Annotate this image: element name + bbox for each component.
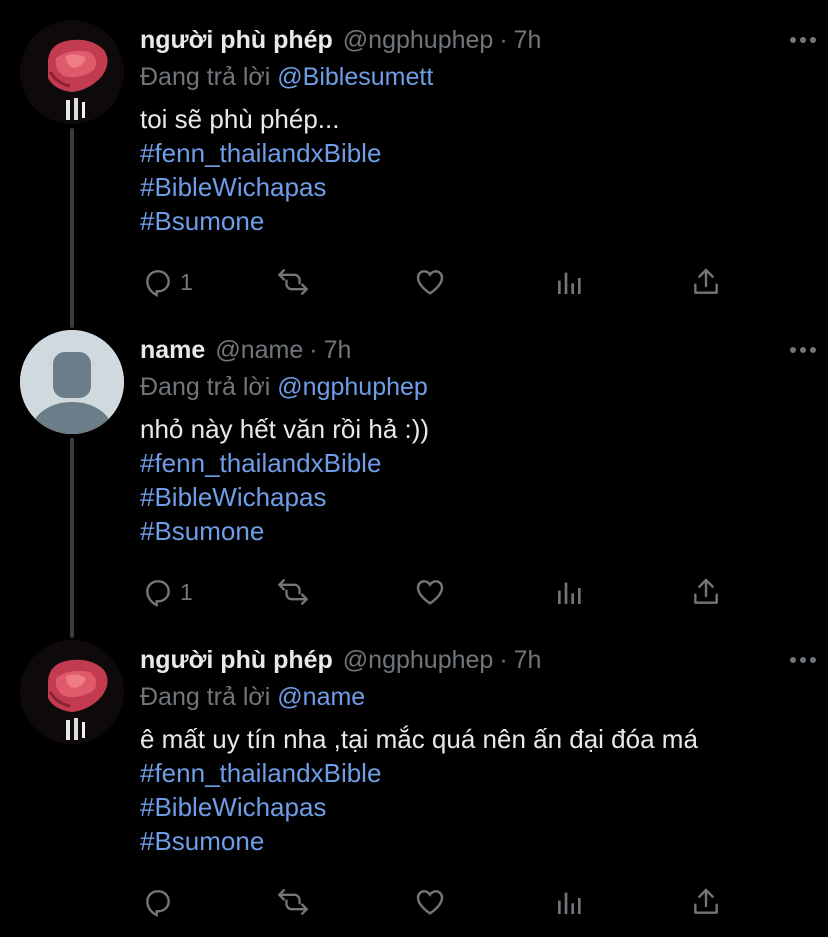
timestamp[interactable]: 7h — [514, 26, 542, 55]
analytics-button[interactable] — [554, 262, 586, 302]
tweet-body: ê mất uy tín nha ,tại mắc quá nên ấn đại… — [140, 722, 808, 858]
tweet-actions: 1 — [140, 572, 740, 612]
retweet-button[interactable] — [276, 882, 310, 922]
tweet-3[interactable]: người phù phép @ngphuphep · 7h Đang trả … — [0, 640, 828, 937]
replying-to: Đang trả lời @name — [140, 680, 808, 714]
more-icon[interactable] — [788, 28, 818, 52]
share-icon — [690, 266, 722, 298]
tweet-text: ê mất uy tín nha ,tại mắc quá nên ấn đại… — [140, 724, 698, 754]
handle[interactable]: @ngphuphep — [343, 26, 494, 55]
default-avatar-icon — [20, 330, 124, 434]
like-icon — [414, 576, 446, 608]
hashtag[interactable]: #fenn_thailandxBible — [140, 136, 808, 170]
tweet-body: nhỏ này hết văn rồi hả :)) #fenn_thailan… — [140, 412, 808, 548]
replying-prefix: Đang trả lời — [140, 683, 271, 711]
rose-photo-icon — [20, 20, 124, 124]
tweet-content: name @name · 7h Đang trả lời @ngphuphep … — [140, 330, 808, 548]
replying-mention[interactable]: @name — [277, 683, 365, 711]
retweet-button[interactable] — [276, 572, 310, 612]
timestamp[interactable]: 7h — [514, 646, 542, 675]
share-button[interactable] — [690, 572, 722, 612]
hashtag[interactable]: #fenn_thailandxBible — [140, 446, 808, 480]
retweet-button[interactable] — [276, 262, 310, 302]
hashtag[interactable]: #Bsumone — [140, 204, 808, 238]
avatar[interactable] — [20, 20, 124, 124]
like-icon — [414, 266, 446, 298]
like-icon — [414, 886, 446, 918]
rose-photo-icon — [20, 640, 124, 744]
replying-to: Đang trả lời @Biblesumett — [140, 60, 808, 94]
replying-prefix: Đang trả lời — [140, 63, 271, 91]
tweet-text: toi sẽ phù phép... — [140, 104, 340, 134]
share-icon — [690, 576, 722, 608]
handle[interactable]: @name — [215, 336, 303, 365]
more-icon[interactable] — [788, 338, 818, 362]
replying-mention[interactable]: @ngphuphep — [277, 373, 428, 401]
reply-icon — [142, 886, 174, 918]
reply-button[interactable]: 1 — [142, 572, 193, 612]
analytics-icon — [554, 886, 586, 918]
separator-dot: · — [499, 25, 508, 54]
like-button[interactable] — [414, 882, 446, 922]
retweet-icon — [276, 886, 310, 918]
analytics-icon — [554, 576, 586, 608]
handle[interactable]: @ngphuphep — [343, 646, 494, 675]
like-button[interactable] — [414, 572, 446, 612]
share-icon — [690, 886, 722, 918]
replying-to: Đang trả lời @ngphuphep — [140, 370, 808, 404]
separator-dot: · — [309, 335, 318, 364]
tweet-actions: 1 — [140, 262, 740, 302]
hashtag[interactable]: #fenn_thailandxBible — [140, 756, 808, 790]
hashtag[interactable]: #BibleWichapas — [140, 170, 808, 204]
display-name[interactable]: người phù phép — [140, 26, 333, 55]
tweet-content: người phù phép @ngphuphep · 7h Đang trả … — [140, 640, 808, 858]
retweet-icon — [276, 576, 310, 608]
hashtag[interactable]: #Bsumone — [140, 824, 808, 858]
more-icon[interactable] — [788, 648, 818, 672]
replying-mention[interactable]: @Biblesumett — [277, 63, 433, 91]
reply-count: 1 — [180, 268, 193, 295]
retweet-icon — [276, 266, 310, 298]
analytics-icon — [554, 266, 586, 298]
tweet-text: nhỏ này hết văn rồi hả :)) — [140, 414, 430, 444]
share-button[interactable] — [690, 262, 722, 302]
tweet-2[interactable]: name @name · 7h Đang trả lời @ngphuphep … — [0, 330, 828, 630]
tweet-header: name @name · 7h — [140, 330, 808, 370]
analytics-button[interactable] — [554, 572, 586, 612]
hashtag[interactable]: #BibleWichapas — [140, 790, 808, 824]
tweet-body: toi sẽ phù phép... #fenn_thailandxBible … — [140, 102, 808, 238]
reply-button[interactable]: 1 — [142, 262, 193, 302]
hashtag[interactable]: #BibleWichapas — [140, 480, 808, 514]
reply-icon — [142, 576, 174, 608]
avatar[interactable] — [20, 330, 124, 434]
display-name[interactable]: name — [140, 336, 205, 365]
display-name[interactable]: người phù phép — [140, 646, 333, 675]
analytics-button[interactable] — [554, 882, 586, 922]
share-button[interactable] — [690, 882, 722, 922]
separator-dot: · — [499, 645, 508, 674]
reply-button[interactable] — [142, 882, 180, 922]
like-button[interactable] — [414, 262, 446, 302]
replying-prefix: Đang trả lời — [140, 373, 271, 401]
avatar[interactable] — [20, 640, 124, 744]
timestamp[interactable]: 7h — [324, 336, 352, 365]
reply-icon — [142, 266, 174, 298]
tweet-content: người phù phép @ngphuphep · 7h Đang trả … — [140, 20, 808, 238]
tweet-header: người phù phép @ngphuphep · 7h — [140, 640, 808, 680]
reply-count: 1 — [180, 578, 193, 605]
tweet-1[interactable]: người phù phép @ngphuphep · 7h Đang trả … — [0, 20, 828, 320]
hashtag[interactable]: #Bsumone — [140, 514, 808, 548]
tweet-actions — [140, 882, 740, 922]
tweet-header: người phù phép @ngphuphep · 7h — [140, 20, 808, 60]
